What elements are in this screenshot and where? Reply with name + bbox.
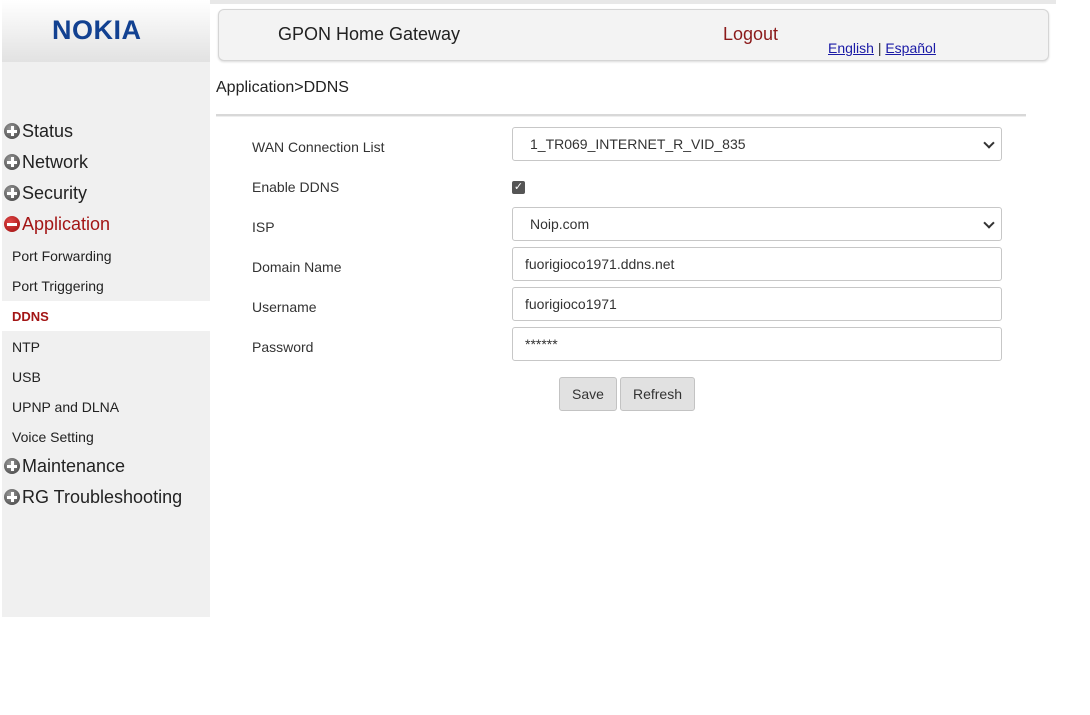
collapse-minus-icon — [4, 216, 20, 232]
isp-label: ISP — [252, 219, 275, 235]
expand-plus-icon — [4, 489, 20, 505]
wan-connection-select[interactable]: 1_TR069_INTERNET_R_VID_835 — [512, 127, 1002, 161]
nav-ddns[interactable]: DDNS — [2, 301, 210, 331]
expand-plus-icon — [4, 458, 20, 474]
lang-separator: | — [877, 40, 882, 56]
nav-application[interactable]: Application — [2, 209, 210, 239]
expand-plus-icon — [4, 185, 20, 201]
nav-rg-troubleshooting-label: RG Troubleshooting — [22, 486, 183, 507]
lang-english-link[interactable]: English — [828, 40, 874, 56]
nav-maintenance[interactable]: Maintenance — [2, 451, 210, 481]
save-button[interactable]: Save — [559, 377, 617, 411]
password-label: Password — [252, 339, 314, 355]
expand-plus-icon — [4, 123, 20, 139]
nav-network[interactable]: Network — [2, 147, 210, 177]
header-bar: GPON Home Gateway Logout English | Españ… — [218, 9, 1049, 61]
isp-value: Noip.com — [530, 216, 590, 232]
logo-box: NOKIA — [2, 0, 210, 62]
domain-name-input[interactable]: fuorigioco1971.ddns.net — [512, 247, 1002, 281]
chevron-down-icon — [983, 217, 995, 229]
chevron-down-icon — [983, 137, 995, 149]
domain-name-label: Domain Name — [252, 259, 342, 275]
nav-rg-troubleshooting[interactable]: RG Troubleshooting — [2, 482, 210, 512]
nav-maintenance-label: Maintenance — [22, 455, 126, 476]
nav-voice-setting[interactable]: Voice Setting — [2, 422, 210, 452]
nav-network-label: Network — [22, 151, 89, 172]
nav-ntp[interactable]: NTP — [2, 332, 210, 362]
logout-link[interactable]: Logout — [723, 24, 778, 45]
sidebar: NOKIA Status Network Security Applicatio… — [2, 0, 210, 617]
top-edge — [210, 0, 1056, 4]
expand-plus-icon — [4, 154, 20, 170]
isp-select[interactable]: Noip.com — [512, 207, 1002, 241]
nav-upnp-dlna[interactable]: UPNP and DLNA — [2, 392, 210, 422]
enable-ddns-label: Enable DDNS — [252, 179, 340, 195]
lang-spanish-link[interactable]: Español — [885, 40, 936, 56]
nokia-logo: NOKIA — [52, 15, 142, 45]
nav-usb[interactable]: USB — [2, 362, 210, 392]
nav-application-label: Application — [22, 213, 111, 234]
enable-ddns-checkbox[interactable]: ✓ — [512, 181, 525, 194]
nav-security-label: Security — [22, 182, 88, 203]
header-title: GPON Home Gateway — [278, 24, 461, 44]
language-switcher: English | Español — [828, 40, 936, 56]
nav-port-forwarding[interactable]: Port Forwarding — [2, 241, 210, 271]
nav-status[interactable]: Status — [2, 116, 210, 146]
wan-connection-value: 1_TR069_INTERNET_R_VID_835 — [530, 136, 746, 152]
password-input[interactable]: ****** — [512, 327, 1002, 361]
breadcrumb: Application>DDNS — [216, 79, 349, 96]
nav-port-triggering[interactable]: Port Triggering — [2, 271, 210, 301]
divider — [216, 114, 1026, 117]
nav-status-label: Status — [22, 120, 74, 141]
refresh-button[interactable]: Refresh — [620, 377, 695, 411]
username-label: Username — [252, 299, 317, 315]
nav-security[interactable]: Security — [2, 178, 210, 208]
wan-connection-label: WAN Connection List — [252, 139, 385, 155]
username-input[interactable]: fuorigioco1971 — [512, 287, 1002, 321]
